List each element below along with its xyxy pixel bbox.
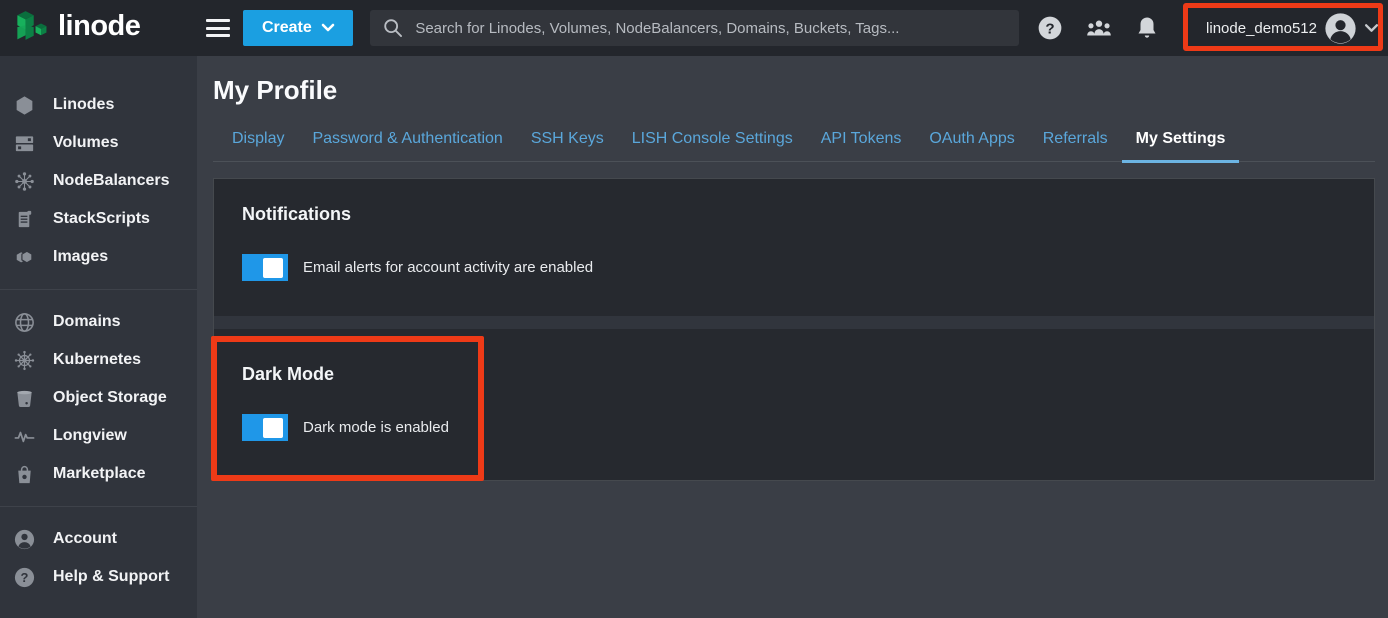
- top-bar: linode Create ?: [0, 0, 1388, 56]
- marketplace-bag-icon: [13, 463, 36, 486]
- dark-mode-toggle-label: Dark mode is enabled: [303, 419, 449, 436]
- chevron-down-icon: [321, 23, 335, 33]
- sidebar-item-account[interactable]: Account: [0, 520, 197, 558]
- sidebar-item-marketplace[interactable]: Marketplace: [0, 455, 197, 493]
- notifications-section: Notifications Email alerts for account a…: [214, 179, 1374, 316]
- tab-ssh-keys[interactable]: SSH Keys: [517, 121, 618, 161]
- logo-wordmark: linode: [58, 12, 140, 45]
- notifications-bell-icon[interactable]: [1135, 15, 1159, 41]
- stackscript-icon: [13, 208, 36, 231]
- hamburger-menu-icon[interactable]: [206, 19, 230, 37]
- bucket-icon: [13, 387, 36, 410]
- help-circle-icon[interactable]: ?: [1037, 15, 1063, 41]
- sidebar-item-nodebalancers[interactable]: NodeBalancers: [0, 162, 197, 200]
- account-person-icon: [13, 528, 36, 551]
- sidebar: Linodes Volumes NodeBalancers StackScrip…: [0, 56, 197, 618]
- sidebar-divider: [0, 289, 197, 290]
- toggle-knob: [263, 258, 283, 278]
- search-icon: [382, 17, 404, 39]
- tab-display[interactable]: Display: [218, 121, 298, 161]
- linode-logo-icon: [13, 8, 49, 48]
- images-icon: [13, 246, 36, 269]
- community-icon[interactable]: [1084, 15, 1114, 41]
- tab-oauth-apps[interactable]: OAuth Apps: [915, 121, 1028, 161]
- section-divider: [214, 316, 1374, 329]
- chevron-down-icon: [1364, 23, 1379, 34]
- sidebar-item-help-support[interactable]: ? Help & Support: [0, 558, 197, 596]
- dark-mode-heading: Dark Mode: [242, 364, 1346, 385]
- tab-api-tokens[interactable]: API Tokens: [807, 121, 916, 161]
- topbar-actions: ? lin: [1037, 5, 1388, 51]
- kubernetes-wheel-icon: [13, 349, 36, 372]
- nodebalancer-icon: [13, 170, 36, 193]
- email-alerts-toggle-label: Email alerts for account activity are en…: [303, 259, 593, 276]
- dark-mode-toggle[interactable]: [242, 414, 288, 441]
- dark-mode-section: Dark Mode Dark mode is enabled: [214, 329, 1374, 480]
- page-title: My Profile: [213, 75, 1375, 106]
- settings-panel: Notifications Email alerts for account a…: [213, 178, 1375, 481]
- svg-text:?: ?: [1045, 20, 1054, 37]
- notifications-heading: Notifications: [242, 204, 1346, 225]
- sidebar-item-stackscripts[interactable]: StackScripts: [0, 200, 197, 238]
- sidebar-item-domains[interactable]: Domains: [0, 303, 197, 341]
- linode-hexagon-icon: [13, 94, 36, 117]
- globe-icon: [13, 311, 36, 334]
- main-content: My Profile Display Password & Authentica…: [197, 56, 1388, 618]
- tab-password-authentication[interactable]: Password & Authentication: [298, 121, 516, 161]
- svg-text:?: ?: [21, 570, 29, 585]
- sidebar-item-linodes[interactable]: Linodes: [0, 86, 197, 124]
- search-input[interactable]: [415, 20, 1007, 37]
- create-button[interactable]: Create: [243, 10, 353, 46]
- tab-lish-console-settings[interactable]: LISH Console Settings: [618, 121, 807, 161]
- username: linode_demo512: [1206, 20, 1317, 37]
- sidebar-item-volumes[interactable]: Volumes: [0, 124, 197, 162]
- sidebar-item-longview[interactable]: Longview: [0, 417, 197, 455]
- sidebar-item-kubernetes[interactable]: Kubernetes: [0, 341, 197, 379]
- tab-my-settings[interactable]: My Settings: [1122, 121, 1240, 161]
- linode-logo[interactable]: linode: [0, 8, 192, 48]
- sidebar-item-object-storage[interactable]: Object Storage: [0, 379, 197, 417]
- email-alerts-toggle[interactable]: [242, 254, 288, 281]
- help-circle-icon: ?: [13, 566, 36, 589]
- volumes-icon: [13, 132, 36, 155]
- search-bar[interactable]: [370, 10, 1019, 46]
- avatar: [1324, 12, 1357, 45]
- user-menu[interactable]: linode_demo512: [1195, 5, 1388, 51]
- profile-tabs: Display Password & Authentication SSH Ke…: [213, 121, 1375, 162]
- toggle-knob: [263, 418, 283, 438]
- tab-referrals[interactable]: Referrals: [1029, 121, 1122, 161]
- sidebar-item-images[interactable]: Images: [0, 238, 197, 276]
- pulse-icon: [13, 425, 36, 448]
- sidebar-divider: [0, 506, 197, 507]
